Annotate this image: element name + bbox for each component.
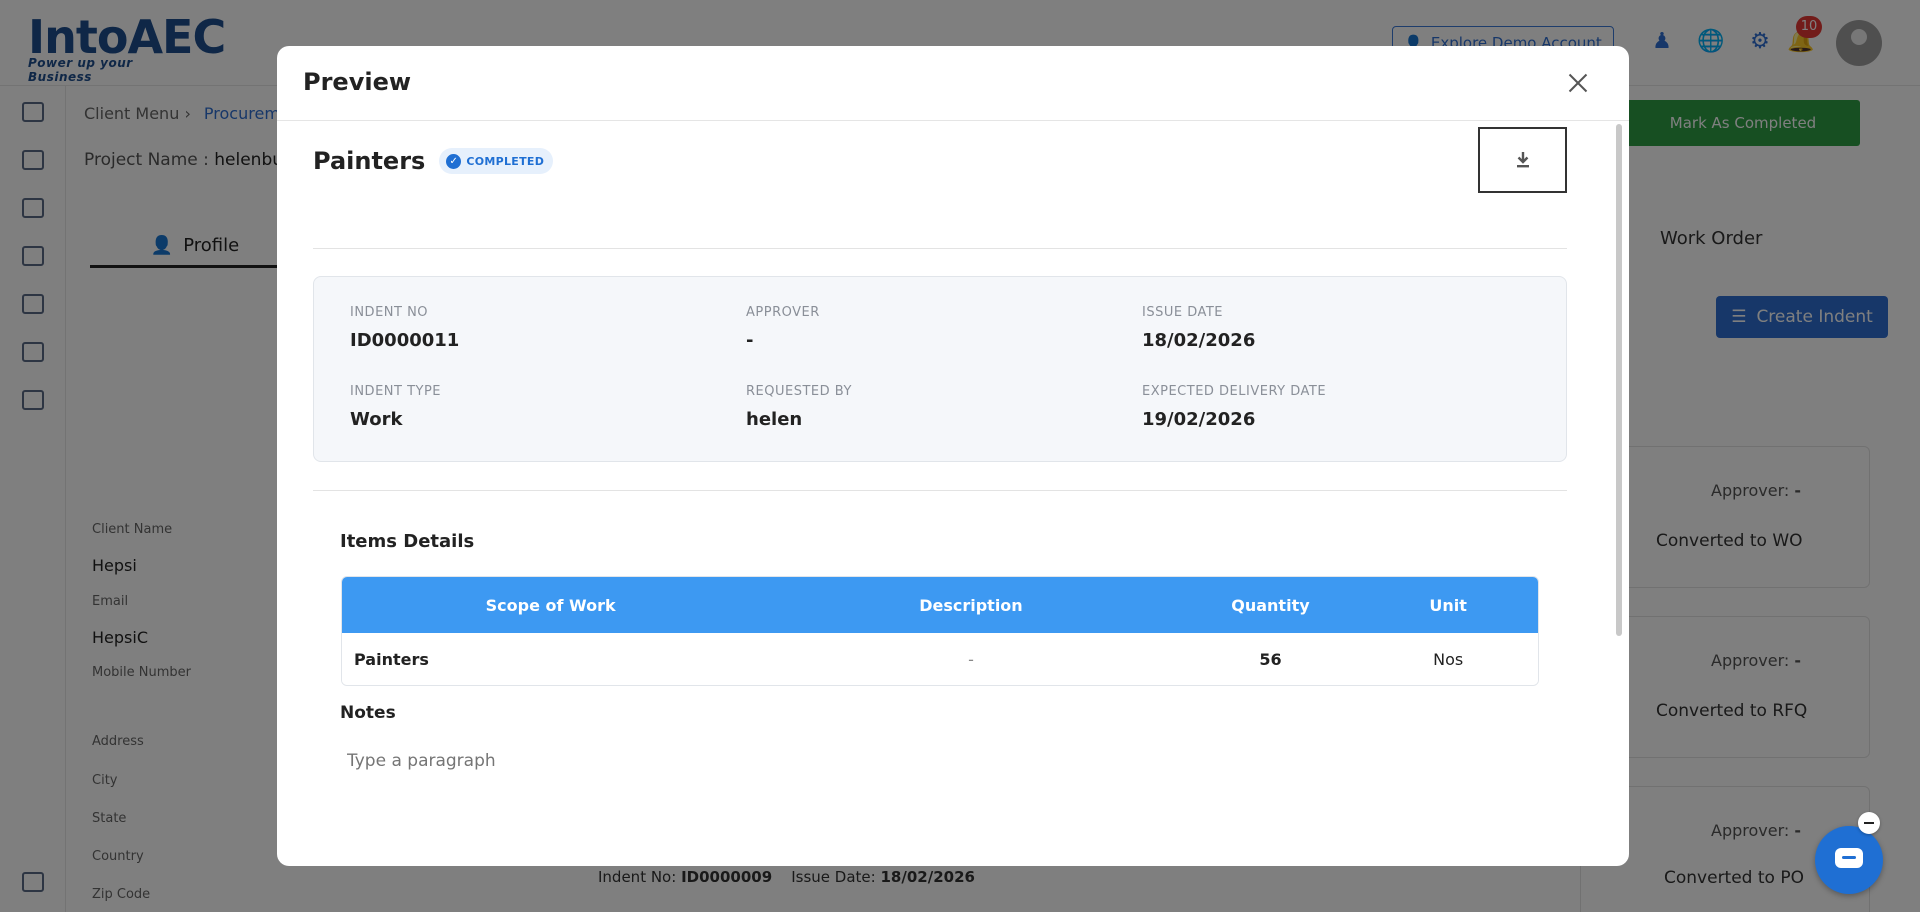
info-requested-by: REQUESTED BY helen bbox=[746, 384, 1126, 430]
expected-delivery-label: EXPECTED DELIVERY DATE bbox=[1142, 384, 1327, 399]
requested-by-value: helen bbox=[746, 409, 803, 430]
close-icon[interactable] bbox=[1563, 68, 1593, 98]
indent-no-value: ID0000011 bbox=[350, 330, 460, 351]
document-header: Painters ✓ COMPLETED bbox=[313, 143, 554, 179]
notes-input[interactable] bbox=[347, 751, 1527, 771]
status-badge: ✓ COMPLETED bbox=[439, 148, 554, 174]
document-title: Painters bbox=[313, 147, 426, 175]
download-icon bbox=[1516, 152, 1529, 168]
info-issue-date: ISSUE DATE 18/02/2026 bbox=[1142, 305, 1522, 351]
indent-type-value: Work bbox=[350, 409, 403, 430]
cell-unit: Nos bbox=[1433, 649, 1464, 669]
expected-delivery-value: 19/02/2026 bbox=[1142, 409, 1256, 430]
status-label: COMPLETED bbox=[466, 154, 545, 168]
cell-scope: Painters bbox=[354, 649, 429, 669]
table-header: Scope of Work Description Quantity Unit bbox=[342, 577, 1538, 633]
download-button[interactable] bbox=[1478, 127, 1567, 193]
cell-description: - bbox=[968, 649, 974, 669]
divider bbox=[313, 248, 1567, 249]
chat-button[interactable] bbox=[1815, 826, 1883, 894]
modal-body: Painters ✓ COMPLETED INDENT NO ID0000011… bbox=[277, 121, 1617, 866]
chat-icon bbox=[1835, 848, 1863, 868]
items-details-title: Items Details bbox=[340, 531, 475, 552]
modal-scrollbar[interactable] bbox=[1616, 124, 1622, 636]
issue-date-label: ISSUE DATE bbox=[1142, 305, 1224, 320]
approver-value: - bbox=[746, 330, 754, 351]
column-header-unit: Unit bbox=[1429, 595, 1467, 615]
divider bbox=[313, 490, 1567, 491]
info-approver: APPROVER - bbox=[746, 305, 1126, 351]
info-expected-delivery: EXPECTED DELIVERY DATE 19/02/2026 bbox=[1142, 384, 1522, 430]
issue-date-value: 18/02/2026 bbox=[1142, 330, 1256, 351]
column-header-quantity: Quantity bbox=[1231, 595, 1310, 615]
preview-modal: Preview Painters ✓ COMPLETED INDENT NO I… bbox=[277, 46, 1629, 866]
minimize-icon[interactable] bbox=[1858, 812, 1880, 834]
indent-info-panel: INDENT NO ID0000011 APPROVER - ISSUE DAT… bbox=[313, 276, 1567, 462]
items-table: Scope of Work Description Quantity Unit … bbox=[341, 576, 1539, 686]
notes-title: Notes bbox=[340, 703, 396, 723]
modal-title: Preview bbox=[303, 68, 412, 96]
column-header-scope: Scope of Work bbox=[485, 595, 616, 615]
info-indent-type: INDENT TYPE Work bbox=[350, 384, 730, 430]
requested-by-label: REQUESTED BY bbox=[746, 384, 852, 399]
cell-quantity: 56 bbox=[1259, 649, 1282, 669]
column-header-description: Description bbox=[919, 595, 1023, 615]
indent-type-label: INDENT TYPE bbox=[350, 384, 442, 399]
approver-label: APPROVER bbox=[746, 305, 820, 320]
table-row: Painters - 56 Nos bbox=[342, 633, 1538, 685]
indent-no-label: INDENT NO bbox=[350, 305, 429, 320]
modal-header: Preview bbox=[277, 46, 1629, 121]
check-circle-icon: ✓ bbox=[446, 153, 462, 169]
info-indent-no: INDENT NO ID0000011 bbox=[350, 305, 730, 351]
